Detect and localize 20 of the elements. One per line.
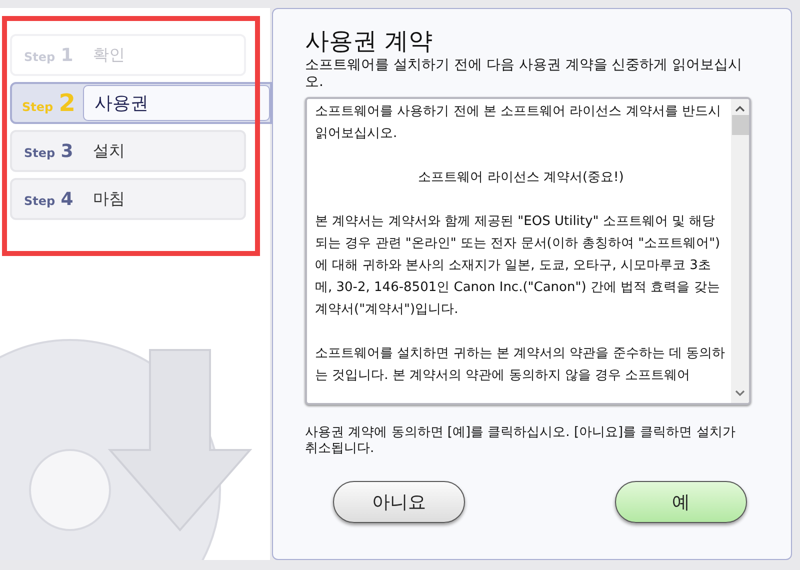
scrollbar[interactable]: [731, 99, 749, 403]
license-paragraph: 소프트웨어를 설치하면 귀하는 본 계약서의 약관을 준수하는 데 동의하는 것입니다. 본 계약서의 약관에 동의하지 않을 경우 소프트웨어: [315, 345, 726, 385]
step-name: 사용권: [83, 85, 270, 121]
instruction-text: 소프트웨어를 설치하기 전에 다음 사용권 계약을 신중하게 읽어보십시오.: [305, 57, 744, 91]
step-label: Step 2: [22, 89, 76, 117]
license-paragraph: 본 계약서는 계약서와 함께 제공된 "EOS Utility" 소프트웨어 및 해당되는 경우 관련 "온라인" 또는 전자 문서(이하 총칭하여 "소프트웨어")에 대해 귀하와 본사의 소재지가 일본, 도쿄, 오타구, 시모마루코 3초메, 30-2, 146-8501인 Canon Inc.("Canon") 간에 법적 효력을 갖는 계약서("계약서")입니다.: [315, 213, 722, 319]
scroll-thumb[interactable]: [732, 115, 748, 135]
yes-button[interactable]: 예: [615, 481, 747, 523]
step-label: Step 3: [24, 140, 74, 162]
scroll-down-icon[interactable]: [734, 389, 746, 397]
step-name: 확인: [93, 44, 126, 66]
scroll-up-icon[interactable]: [734, 105, 746, 113]
page-title: 사용권 계약: [305, 26, 434, 57]
no-button[interactable]: 아니요: [333, 481, 465, 523]
step-name: 마침: [93, 188, 126, 210]
step-label: Step 4: [24, 188, 74, 210]
license-heading: 소프트웨어 라이선스 계약서(중요!): [417, 169, 625, 187]
step-name: 설치: [93, 140, 126, 162]
agreement-note: 사용권 계약에 동의하면 [예]를 클릭하십시오. [아니요]를 클릭하면 설치가 취소됩니다.: [305, 425, 736, 457]
license-paragraph: 소프트웨어를 사용하기 전에 본 소프트웨어 라이선스 계약서를 반드시 읽어보십시오.: [315, 103, 722, 143]
